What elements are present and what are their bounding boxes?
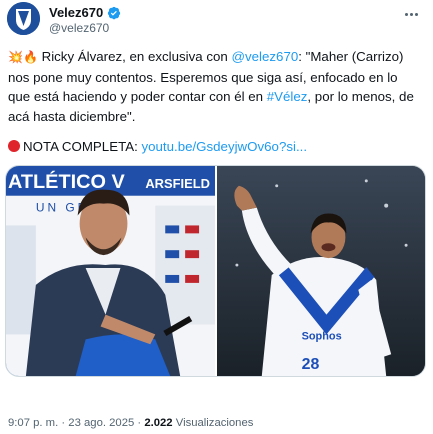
nota-label: NOTA COMPLETA:	[23, 139, 142, 154]
mention-link[interactable]: @velez670	[232, 49, 299, 64]
meta-separator: ·	[134, 417, 145, 429]
display-name[interactable]: Velez670	[49, 5, 103, 20]
more-options-icon[interactable]	[401, 6, 421, 22]
verified-badge-icon	[107, 6, 121, 20]
tweet-text-part1: Ricky Álvarez, en exclusiva con	[37, 49, 232, 64]
shirt-number: 28	[302, 356, 320, 373]
player-celebrating-photo[interactable]: Sophos 28	[217, 166, 425, 376]
tweet-header: Velez670 @velez670	[0, 0, 433, 40]
red-circle-icon	[8, 140, 20, 152]
views-count: 2.022	[144, 417, 173, 429]
fire-emoji-icon: 💥🔥	[8, 50, 38, 64]
wall-text-2: ARSFIELD	[145, 176, 210, 191]
velez-shield-logo-icon	[7, 2, 40, 35]
views-label: Visualizaciones	[172, 417, 254, 429]
media-grid: ATLÉTICO V ARSFIELD UN GR Sophos 28	[5, 165, 426, 377]
tweet-text: 💥🔥 Ricky Álvarez, en exclusiva con @vele…	[8, 47, 423, 126]
tweet-meta: 9:07 p. m. · 23 ago. 2025 · 2.022 Visual…	[8, 417, 253, 429]
user-handle[interactable]: @velez670	[49, 21, 109, 35]
nota-completa-line: NOTA COMPLETA: youtu.be/GsdeyjwOv6o?si..…	[8, 137, 423, 156]
shirt-sponsor: Sophos	[302, 330, 342, 342]
meta-separator: ·	[58, 417, 69, 429]
tweet-date[interactable]: 23 ago. 2025	[68, 417, 134, 429]
avatar[interactable]	[7, 2, 40, 35]
man-signing-shirt-photo[interactable]: ATLÉTICO V ARSFIELD UN GR	[6, 166, 215, 376]
tweet-time[interactable]: 9:07 p. m.	[8, 417, 58, 429]
wall-text-1: ATLÉTICO V	[8, 170, 126, 193]
youtube-link[interactable]: youtu.be/GsdeyjwOv6o?si...	[141, 139, 307, 154]
hashtag-link[interactable]: #Vélez	[267, 89, 308, 104]
